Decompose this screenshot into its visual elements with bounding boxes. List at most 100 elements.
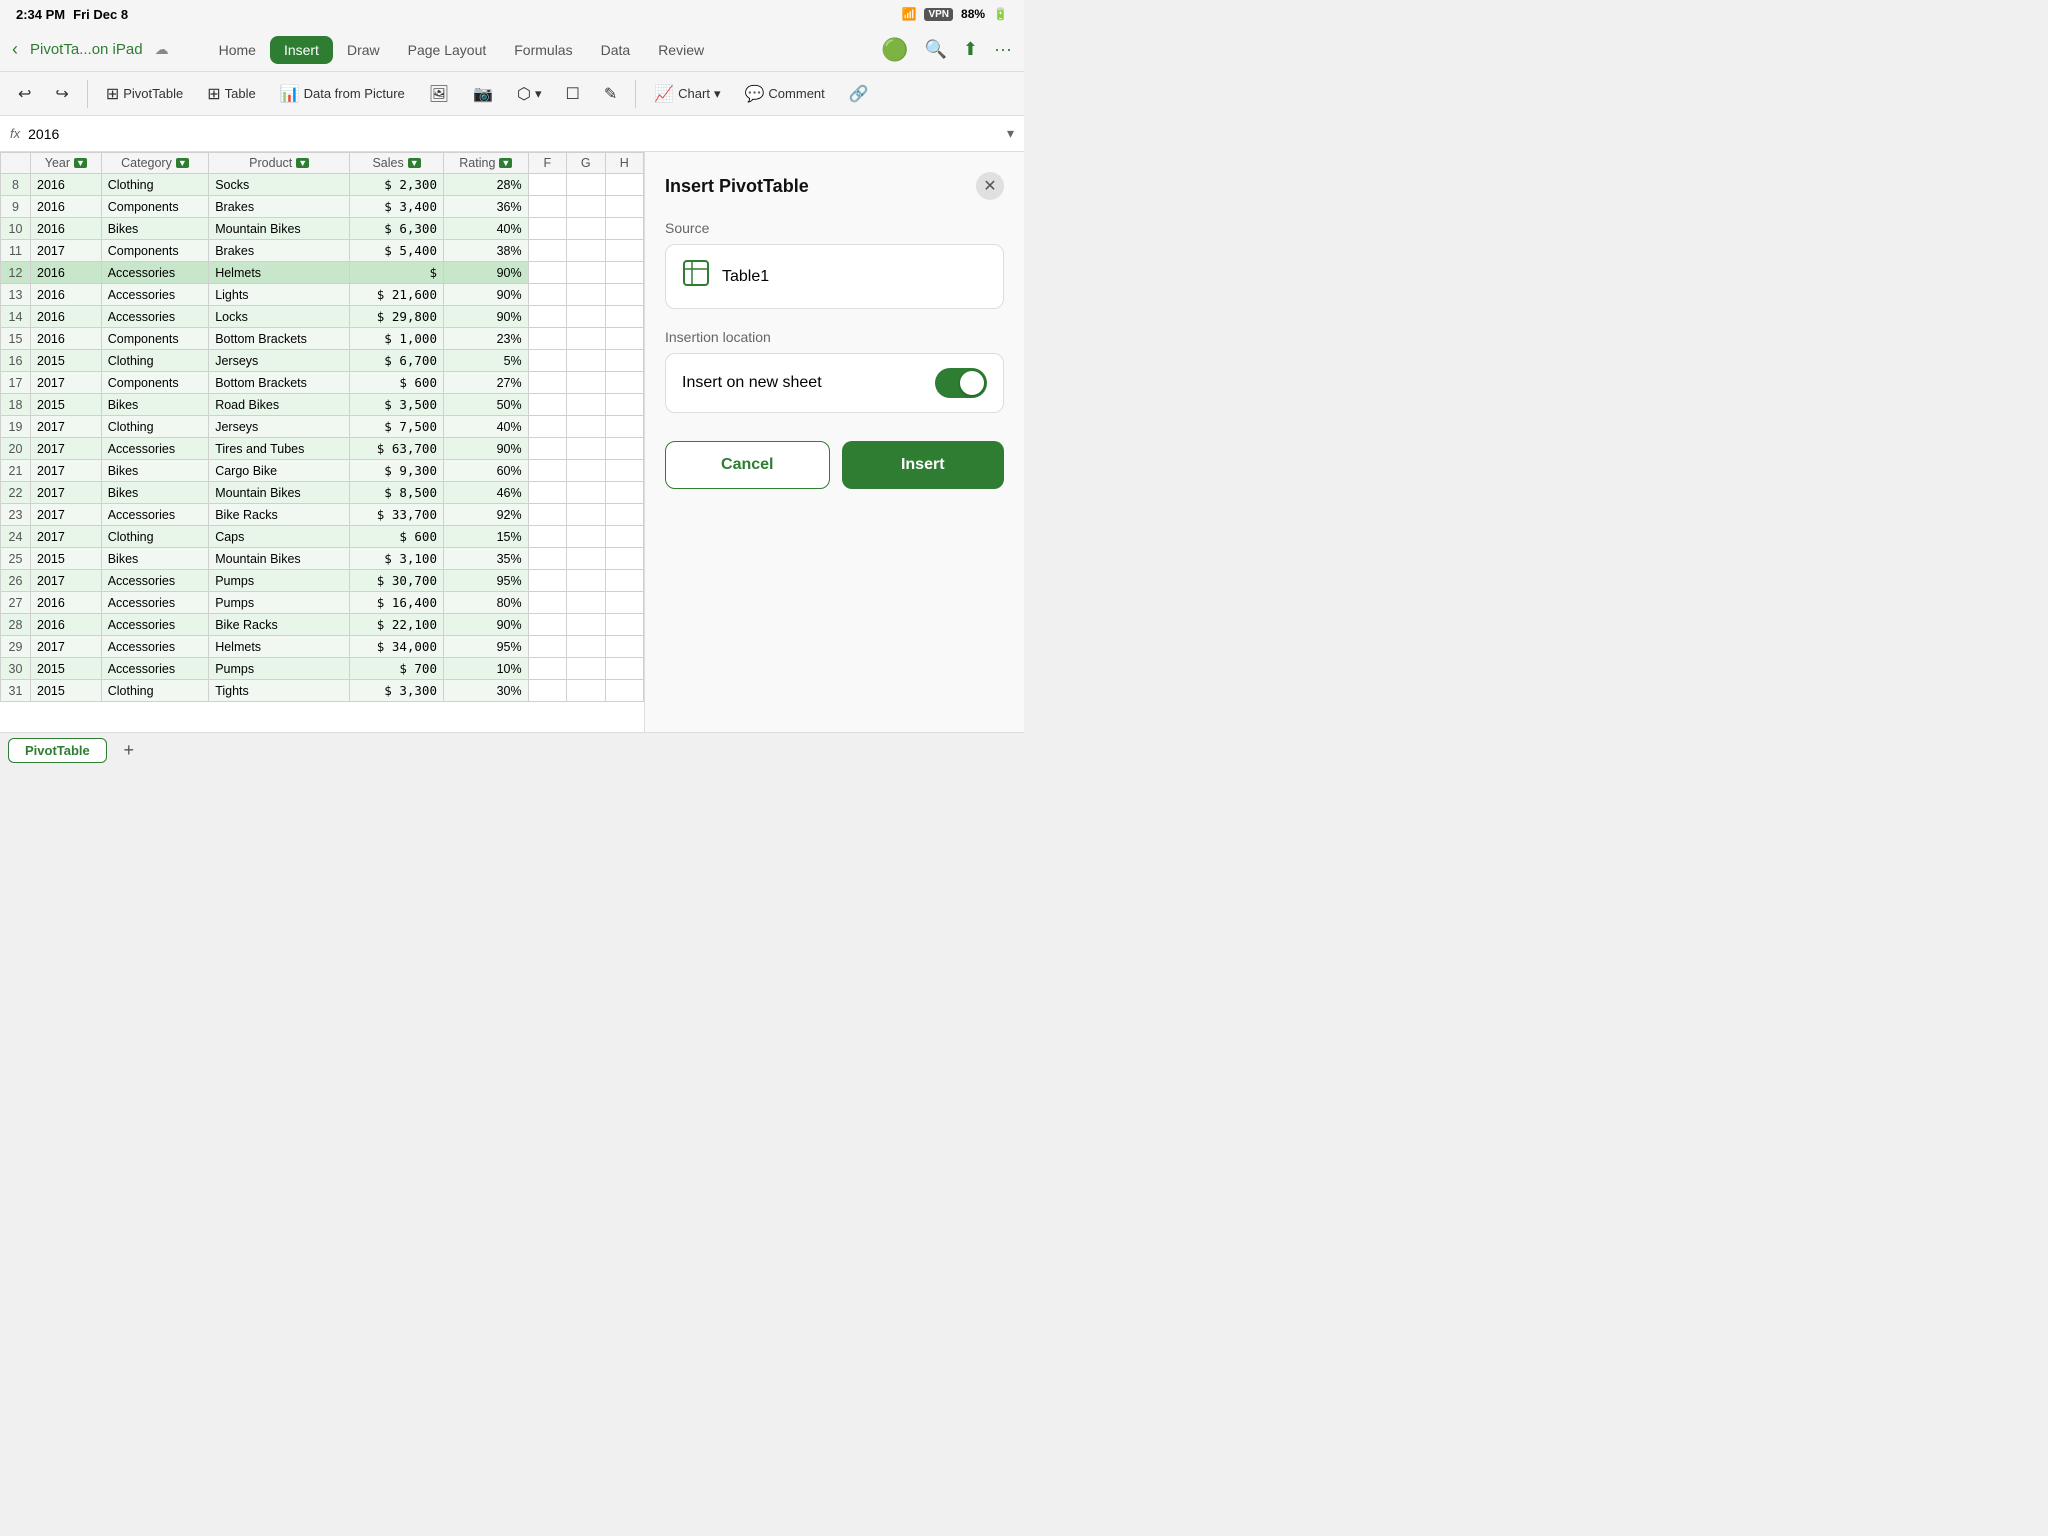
row-number[interactable]: 24 bbox=[1, 526, 31, 548]
product-cell[interactable]: Caps bbox=[209, 526, 350, 548]
rating-cell[interactable]: 95% bbox=[443, 636, 528, 658]
category-cell[interactable]: Components bbox=[101, 328, 208, 350]
col-header-h[interactable]: H bbox=[605, 153, 643, 174]
f-cell[interactable] bbox=[528, 350, 566, 372]
product-cell[interactable]: Jerseys bbox=[209, 416, 350, 438]
year-cell[interactable]: 2016 bbox=[31, 614, 102, 636]
product-cell[interactable]: Tires and Tubes bbox=[209, 438, 350, 460]
year-cell[interactable]: 2016 bbox=[31, 262, 102, 284]
sales-cell[interactable]: $ 3,400 bbox=[350, 196, 444, 218]
table-row[interactable]: 292017AccessoriesHelmets$ 34,00095% bbox=[1, 636, 644, 658]
category-cell[interactable]: Clothing bbox=[101, 680, 208, 702]
table-row[interactable]: 82016ClothingSocks$ 2,30028% bbox=[1, 174, 644, 196]
rating-cell[interactable]: 28% bbox=[443, 174, 528, 196]
product-cell[interactable]: Bottom Brackets bbox=[209, 328, 350, 350]
f-cell[interactable] bbox=[528, 372, 566, 394]
sales-cell[interactable]: $ 700 bbox=[350, 658, 444, 680]
pivot-table-button[interactable]: ⊞ PivotTable bbox=[96, 79, 193, 109]
category-cell[interactable]: Accessories bbox=[101, 614, 208, 636]
col-header-category[interactable]: Category▼ bbox=[101, 153, 208, 174]
category-cell[interactable]: Components bbox=[101, 196, 208, 218]
product-cell[interactable]: Brakes bbox=[209, 240, 350, 262]
tab-draw[interactable]: Draw bbox=[333, 36, 394, 64]
h-cell[interactable] bbox=[605, 416, 643, 438]
h-cell[interactable] bbox=[605, 394, 643, 416]
product-cell[interactable]: Road Bikes bbox=[209, 394, 350, 416]
row-number[interactable]: 23 bbox=[1, 504, 31, 526]
sales-cell[interactable]: $ bbox=[350, 262, 444, 284]
h-cell[interactable] bbox=[605, 328, 643, 350]
row-number[interactable]: 12 bbox=[1, 262, 31, 284]
draw-button[interactable]: ✎ bbox=[594, 79, 627, 109]
row-number[interactable]: 27 bbox=[1, 592, 31, 614]
table-row[interactable]: 312015ClothingTights$ 3,30030% bbox=[1, 680, 644, 702]
h-cell[interactable] bbox=[605, 438, 643, 460]
category-filter-icon[interactable]: ▼ bbox=[176, 158, 189, 168]
product-cell[interactable]: Mountain Bikes bbox=[209, 482, 350, 504]
sales-cell[interactable]: $ 21,600 bbox=[350, 284, 444, 306]
f-cell[interactable] bbox=[528, 680, 566, 702]
chart-button[interactable]: 📈 Chart ▾ bbox=[644, 79, 730, 109]
g-cell[interactable] bbox=[567, 196, 605, 218]
rating-cell[interactable]: 80% bbox=[443, 592, 528, 614]
year-cell[interactable]: 2017 bbox=[31, 482, 102, 504]
row-number[interactable]: 17 bbox=[1, 372, 31, 394]
product-cell[interactable]: Bottom Brackets bbox=[209, 372, 350, 394]
panel-close-button[interactable]: ✕ bbox=[976, 172, 1004, 200]
f-cell[interactable] bbox=[528, 196, 566, 218]
table-button[interactable]: ⊞ Table bbox=[197, 79, 265, 109]
table-row[interactable]: 172017ComponentsBottom Brackets$ 60027% bbox=[1, 372, 644, 394]
col-header-g[interactable]: G bbox=[567, 153, 605, 174]
g-cell[interactable] bbox=[567, 218, 605, 240]
year-cell[interactable]: 2017 bbox=[31, 504, 102, 526]
formula-input[interactable] bbox=[28, 126, 999, 142]
f-cell[interactable] bbox=[528, 218, 566, 240]
h-cell[interactable] bbox=[605, 504, 643, 526]
product-cell[interactable]: Bike Racks bbox=[209, 504, 350, 526]
rating-cell[interactable]: 95% bbox=[443, 570, 528, 592]
h-cell[interactable] bbox=[605, 658, 643, 680]
year-cell[interactable]: 2017 bbox=[31, 372, 102, 394]
category-cell[interactable]: Clothing bbox=[101, 174, 208, 196]
product-filter-icon[interactable]: ▼ bbox=[296, 158, 309, 168]
f-cell[interactable] bbox=[528, 504, 566, 526]
sheet-tab-pivot-table[interactable]: PivotTable bbox=[8, 738, 107, 763]
tab-insert[interactable]: Insert bbox=[270, 36, 333, 64]
shapes-button[interactable]: ⬡ ▾ bbox=[507, 79, 552, 109]
category-cell[interactable]: Clothing bbox=[101, 526, 208, 548]
year-cell[interactable]: 2015 bbox=[31, 548, 102, 570]
g-cell[interactable] bbox=[567, 680, 605, 702]
category-cell[interactable]: Accessories bbox=[101, 262, 208, 284]
cancel-button[interactable]: Cancel bbox=[665, 441, 830, 489]
product-cell[interactable]: Socks bbox=[209, 174, 350, 196]
search-icon[interactable]: 🔍 bbox=[925, 39, 947, 60]
category-cell[interactable]: Accessories bbox=[101, 438, 208, 460]
g-cell[interactable] bbox=[567, 262, 605, 284]
product-cell[interactable]: Brakes bbox=[209, 196, 350, 218]
category-cell[interactable]: Bikes bbox=[101, 394, 208, 416]
g-cell[interactable] bbox=[567, 614, 605, 636]
table-row[interactable]: 262017AccessoriesPumps$ 30,70095% bbox=[1, 570, 644, 592]
tab-home[interactable]: Home bbox=[205, 36, 270, 64]
rating-cell[interactable]: 10% bbox=[443, 658, 528, 680]
table-row[interactable]: 162015ClothingJerseys$ 6,7005% bbox=[1, 350, 644, 372]
h-cell[interactable] bbox=[605, 680, 643, 702]
rating-cell[interactable]: 40% bbox=[443, 416, 528, 438]
year-cell[interactable]: 2015 bbox=[31, 658, 102, 680]
category-cell[interactable]: Accessories bbox=[101, 658, 208, 680]
table-row[interactable]: 202017AccessoriesTires and Tubes$ 63,700… bbox=[1, 438, 644, 460]
category-cell[interactable]: Accessories bbox=[101, 306, 208, 328]
rating-cell[interactable]: 60% bbox=[443, 460, 528, 482]
year-cell[interactable]: 2017 bbox=[31, 636, 102, 658]
f-cell[interactable] bbox=[528, 174, 566, 196]
col-header-f[interactable]: F bbox=[528, 153, 566, 174]
product-cell[interactable]: Helmets bbox=[209, 636, 350, 658]
category-cell[interactable]: Clothing bbox=[101, 350, 208, 372]
category-cell[interactable]: Components bbox=[101, 372, 208, 394]
f-cell[interactable] bbox=[528, 306, 566, 328]
f-cell[interactable] bbox=[528, 328, 566, 350]
table-row[interactable]: 272016AccessoriesPumps$ 16,40080% bbox=[1, 592, 644, 614]
f-cell[interactable] bbox=[528, 548, 566, 570]
row-number[interactable]: 26 bbox=[1, 570, 31, 592]
row-number[interactable]: 8 bbox=[1, 174, 31, 196]
